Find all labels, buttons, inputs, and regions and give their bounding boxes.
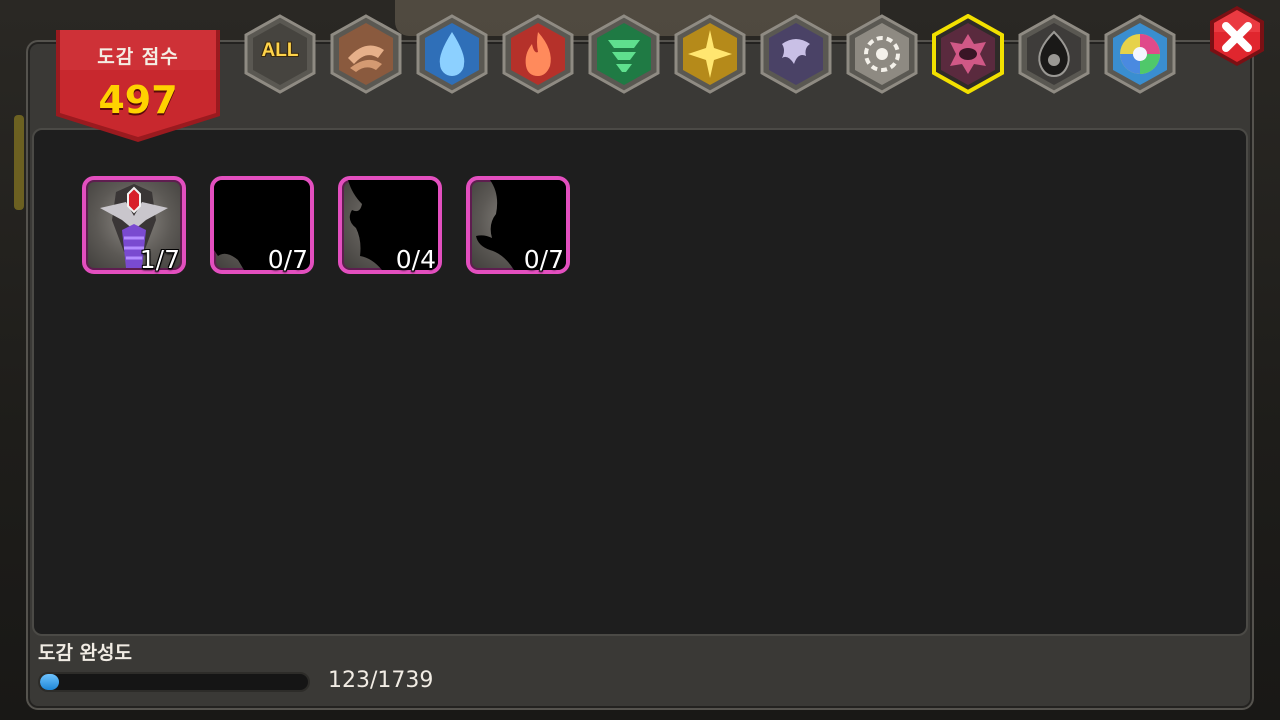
monster-card[interactable]: 0/4: [338, 176, 442, 274]
tab-all[interactable]: ALL: [242, 14, 318, 94]
background-decoration: [14, 115, 24, 210]
rainbow-swirl-icon: [1104, 14, 1176, 94]
tab-fire[interactable]: [500, 14, 576, 94]
monster-collected-count: 0/7: [523, 245, 564, 274]
score-label: 도감 점수: [97, 46, 179, 68]
completion-count: 123/1739: [328, 668, 434, 693]
tab-water[interactable]: [414, 14, 490, 94]
tab-all-label: ALL: [261, 40, 299, 61]
void-flame-icon: [1018, 14, 1090, 94]
tab-void[interactable]: [1016, 14, 1092, 94]
fire-flame-icon: [502, 14, 574, 94]
chaos-eye-icon: [932, 14, 1004, 94]
wind-tornado-icon: [588, 14, 660, 94]
monster-collected-count: 1/7: [139, 245, 180, 274]
completion-progress-bar: [38, 672, 310, 692]
monster-card[interactable]: 0/7: [466, 176, 570, 274]
tab-rainbow[interactable]: [1102, 14, 1178, 94]
dark-dragon-icon: [760, 14, 832, 94]
tab-dark[interactable]: [758, 14, 834, 94]
completion-label: 도감 완성도: [38, 642, 133, 664]
tab-wind[interactable]: [586, 14, 662, 94]
tab-earth[interactable]: [328, 14, 404, 94]
completion-progress-fill: [40, 674, 59, 690]
close-icon: [1210, 6, 1264, 66]
light-sun-icon: [674, 14, 746, 94]
monster-collected-count: 0/7: [267, 245, 308, 274]
tab-chaos[interactable]: [930, 14, 1006, 94]
water-drop-icon: [416, 14, 488, 94]
tab-holy[interactable]: [844, 14, 920, 94]
score-value: 497: [98, 78, 178, 122]
monster-card[interactable]: 0/7: [210, 176, 314, 274]
close-button[interactable]: [1206, 4, 1268, 68]
tab-light[interactable]: [672, 14, 748, 94]
holy-burst-icon: [846, 14, 918, 94]
score-banner: 도감 점수 497: [56, 30, 220, 142]
monster-card[interactable]: 1/7: [82, 176, 186, 274]
monster-collected-count: 0/4: [395, 245, 436, 274]
earth-rock-icon: [330, 14, 402, 94]
